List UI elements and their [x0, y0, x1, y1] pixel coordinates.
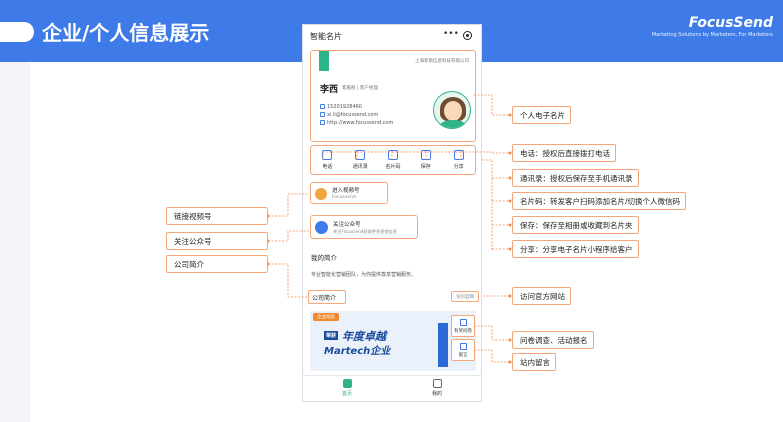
action-save[interactable]: 保存 [409, 146, 442, 174]
mail-icon [320, 112, 325, 117]
callout-video-channel: 链接视频号 [166, 207, 268, 225]
trophy-graphic [438, 323, 448, 367]
miniapp-topbar: 智能名片 ••• [303, 25, 481, 47]
tab-home[interactable]: 首页 [327, 379, 367, 397]
phone-mockup: 智能名片 ••• 上海菲斯信息科技有限公司 李西 客服部 | 客户经理 1520… [302, 24, 482, 402]
action-share[interactable]: 分享 [442, 146, 475, 174]
card-role: 客服部 | 客户经理 [342, 86, 378, 91]
card-phone: 15201928460 [320, 104, 362, 110]
callout-contacts: 通讯录：授权后保存至手机通讯录 [512, 169, 639, 187]
news-badge: 荣获 [324, 331, 339, 340]
survey-float-button[interactable]: 有奖问卷 [451, 315, 475, 337]
phone-icon [322, 150, 333, 160]
intro-heading: 我的简介 [311, 254, 337, 262]
official-account-link[interactable]: 关注公众号 关注Focussend获取更多营销信息 [310, 215, 418, 239]
miniapp-title: 智能名片 [310, 32, 342, 41]
card-accent-bar [319, 51, 329, 71]
video-channel-icon [315, 188, 327, 200]
card-actions-bar: 电话 通讯录 名片码 保存 分享 [310, 145, 476, 175]
action-phone[interactable]: 电话 [311, 146, 344, 174]
callout-share: 分享：分享电子名片小程序给客户 [512, 240, 639, 258]
card-company: 上海菲斯信息科技有限公司 [415, 59, 469, 64]
news-subtitle: Martech企业 [324, 346, 391, 357]
action-qrcode[interactable]: 名片码 [377, 146, 410, 174]
callout-message: 站内留言 [512, 353, 556, 371]
focussend-logo: FocusSend Marketing Solutions by Markete… [652, 15, 773, 38]
home-icon [342, 379, 352, 388]
card-website: http://www.focussend.com [320, 120, 393, 126]
callout-website: 访问官方网站 [512, 287, 571, 305]
user-icon [432, 379, 442, 388]
news-tag: 企业动态 [313, 313, 339, 321]
business-card[interactable]: 上海菲斯信息科技有限公司 李西 客服部 | 客户经理 15201928460 x… [310, 50, 476, 142]
callout-card: 个人电子名片 [512, 106, 571, 124]
tab-mine[interactable]: 我的 [417, 379, 457, 397]
video-channel-link[interactable]: 进入视频号 Focussend [310, 182, 388, 204]
card-name: 李西 [320, 85, 339, 95]
bottom-tabbar: 首页 我的 [303, 375, 481, 401]
share-icon [453, 150, 464, 160]
contacts-icon [355, 150, 366, 160]
intro-text: 专业智能化营销团队，为你提供尊享营销服务。 [311, 272, 417, 278]
more-menu-icon[interactable]: ••• [443, 29, 459, 39]
message-icon [459, 343, 467, 350]
link-icon [320, 120, 325, 125]
close-miniapp-icon[interactable] [463, 31, 472, 40]
visit-website-button[interactable]: 访问官网 [451, 291, 479, 302]
save-icon [420, 150, 431, 160]
callout-qrcode: 名片码：转发客户扫码添加名片/切换个人微信码 [512, 192, 687, 210]
logo-tagline: Marketing Solutions by Marketers, For Ma… [651, 32, 773, 38]
callout-company-intro: 公司简介 [166, 255, 268, 273]
page-title: 企业/个人信息展示 [42, 21, 210, 45]
qrcode-icon [387, 150, 398, 160]
message-float-button[interactable]: 留言 [451, 339, 475, 361]
survey-icon [459, 319, 467, 326]
action-contacts[interactable]: 通讯录 [344, 146, 377, 174]
logo-text: FocusSend [688, 15, 773, 31]
card-email: xi.li@focussend.com [320, 112, 378, 118]
callout-official-account: 关注公众号 [166, 232, 268, 250]
official-account-icon [315, 221, 328, 234]
callout-phone: 电话：授权后直接拨打电话 [512, 144, 616, 162]
avatar [433, 91, 471, 129]
header-pill-decoration [0, 22, 34, 42]
callout-save: 保存：保存至相册或收藏到名片夹 [512, 216, 639, 234]
company-intro-label: 公司简介 [308, 290, 346, 304]
phone-icon [320, 104, 325, 109]
callout-survey: 问卷调查、活动报名 [512, 331, 594, 349]
